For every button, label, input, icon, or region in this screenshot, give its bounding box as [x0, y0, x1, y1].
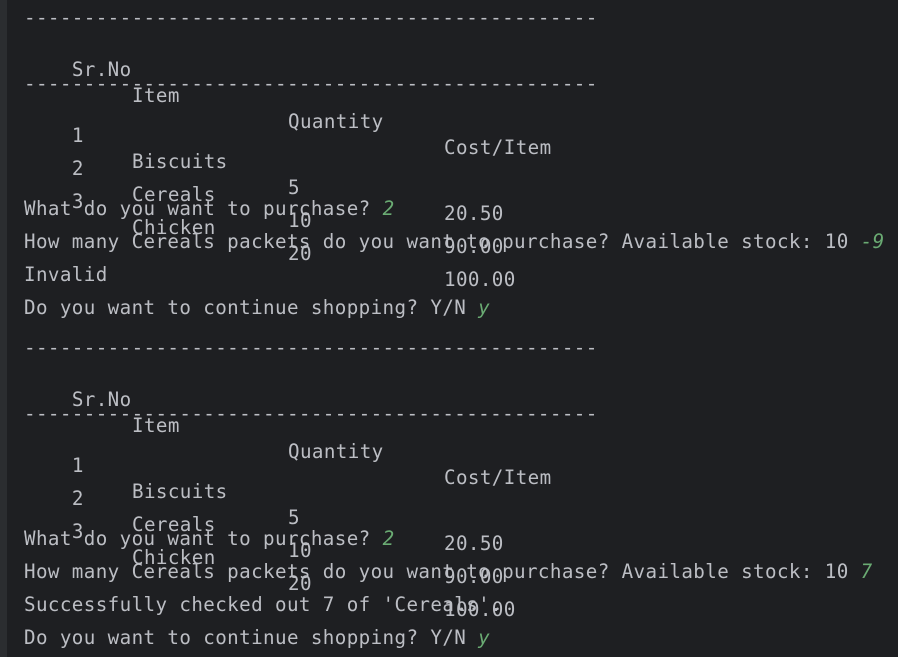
table-header: Sr.No Item Quantity Cost/Item [24, 31, 884, 159]
row-cost: 20.50 [444, 202, 504, 225]
purchase-line: What do you want to purchase? 2 [24, 196, 395, 222]
table-row: 2 Cereals 10 90.00 [24, 130, 884, 258]
purchase-prompt: What do you want to purchase? [24, 527, 383, 550]
table-header: Sr.No Item Quantity Cost/Item [24, 361, 884, 489]
separator-line: ----------------------------------------… [24, 402, 598, 425]
continue-line: Do you want to continue shopping? Y/N y [24, 625, 490, 651]
table-row: 2 Cereals 10 90.00 [24, 460, 884, 588]
table-row: 3 Chicken 20 100.00 [24, 493, 884, 621]
table-row: 1 Biscuits 5 20.50 [24, 97, 884, 225]
quantity-line: How many Cereals packets do you want to … [24, 229, 885, 255]
separator-line: ----------------------------------------… [24, 6, 598, 29]
row-cost: 100.00 [444, 268, 516, 291]
continue-input: y [478, 626, 491, 649]
purchase-input: 2 [382, 197, 395, 220]
quantity-prompt: How many Cereals packets do you want to … [24, 560, 861, 583]
purchase-line: What do you want to purchase? 2 [24, 526, 395, 552]
purchase-prompt: What do you want to purchase? [24, 197, 383, 220]
table-row: 3 Chicken 20 100.00 [24, 163, 884, 291]
result-message: Invalid [24, 263, 108, 286]
quantity-line: How many Cereals packets do you want to … [24, 559, 873, 585]
quantity-input: -9 [860, 230, 885, 253]
separator-line: ----------------------------------------… [24, 72, 598, 95]
console-gutter [0, 0, 7, 657]
row-cost: 20.50 [444, 532, 504, 555]
console-output[interactable]: ----------------------------------------… [24, 0, 898, 649]
quantity-input: 7 [860, 560, 873, 583]
quantity-prompt: How many Cereals packets do you want to … [24, 230, 861, 253]
table-row: 1 Biscuits 5 20.50 [24, 427, 884, 555]
continue-line: Do you want to continue shopping? Y/N y [24, 295, 490, 321]
continue-prompt: Do you want to continue shopping? Y/N [24, 296, 479, 319]
continue-input: y [478, 296, 491, 319]
separator-line: ----------------------------------------… [24, 336, 598, 359]
continue-prompt: Do you want to continue shopping? Y/N [24, 626, 479, 649]
purchase-input: 2 [382, 527, 395, 550]
result-message: Successfully checked out 7 of 'Cereals'. [24, 593, 503, 616]
